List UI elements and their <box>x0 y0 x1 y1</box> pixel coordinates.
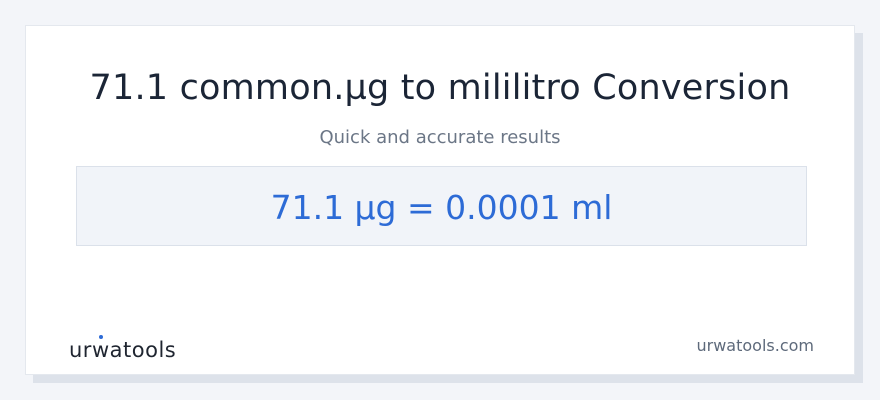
conversion-card: 71.1 common.µg to mililitro Conversion Q… <box>25 25 855 375</box>
logo-text-end: atools <box>109 338 177 362</box>
brand-logo[interactable]: ur w atools <box>69 335 177 362</box>
conversion-result: 71.1 µg = 0.0001 ml <box>270 188 613 227</box>
page-subtitle: Quick and accurate results <box>319 127 561 148</box>
logo-text-start: ur <box>69 338 92 362</box>
page-stage: 71.1 common.µg to mililitro Conversion Q… <box>0 0 880 400</box>
result-box: 71.1 µg = 0.0001 ml <box>76 166 807 246</box>
site-domain[interactable]: urwatools.com <box>697 336 815 355</box>
page-title: 71.1 common.µg to mililitro Conversion <box>89 68 791 108</box>
logo-text-accent: w <box>91 335 110 362</box>
